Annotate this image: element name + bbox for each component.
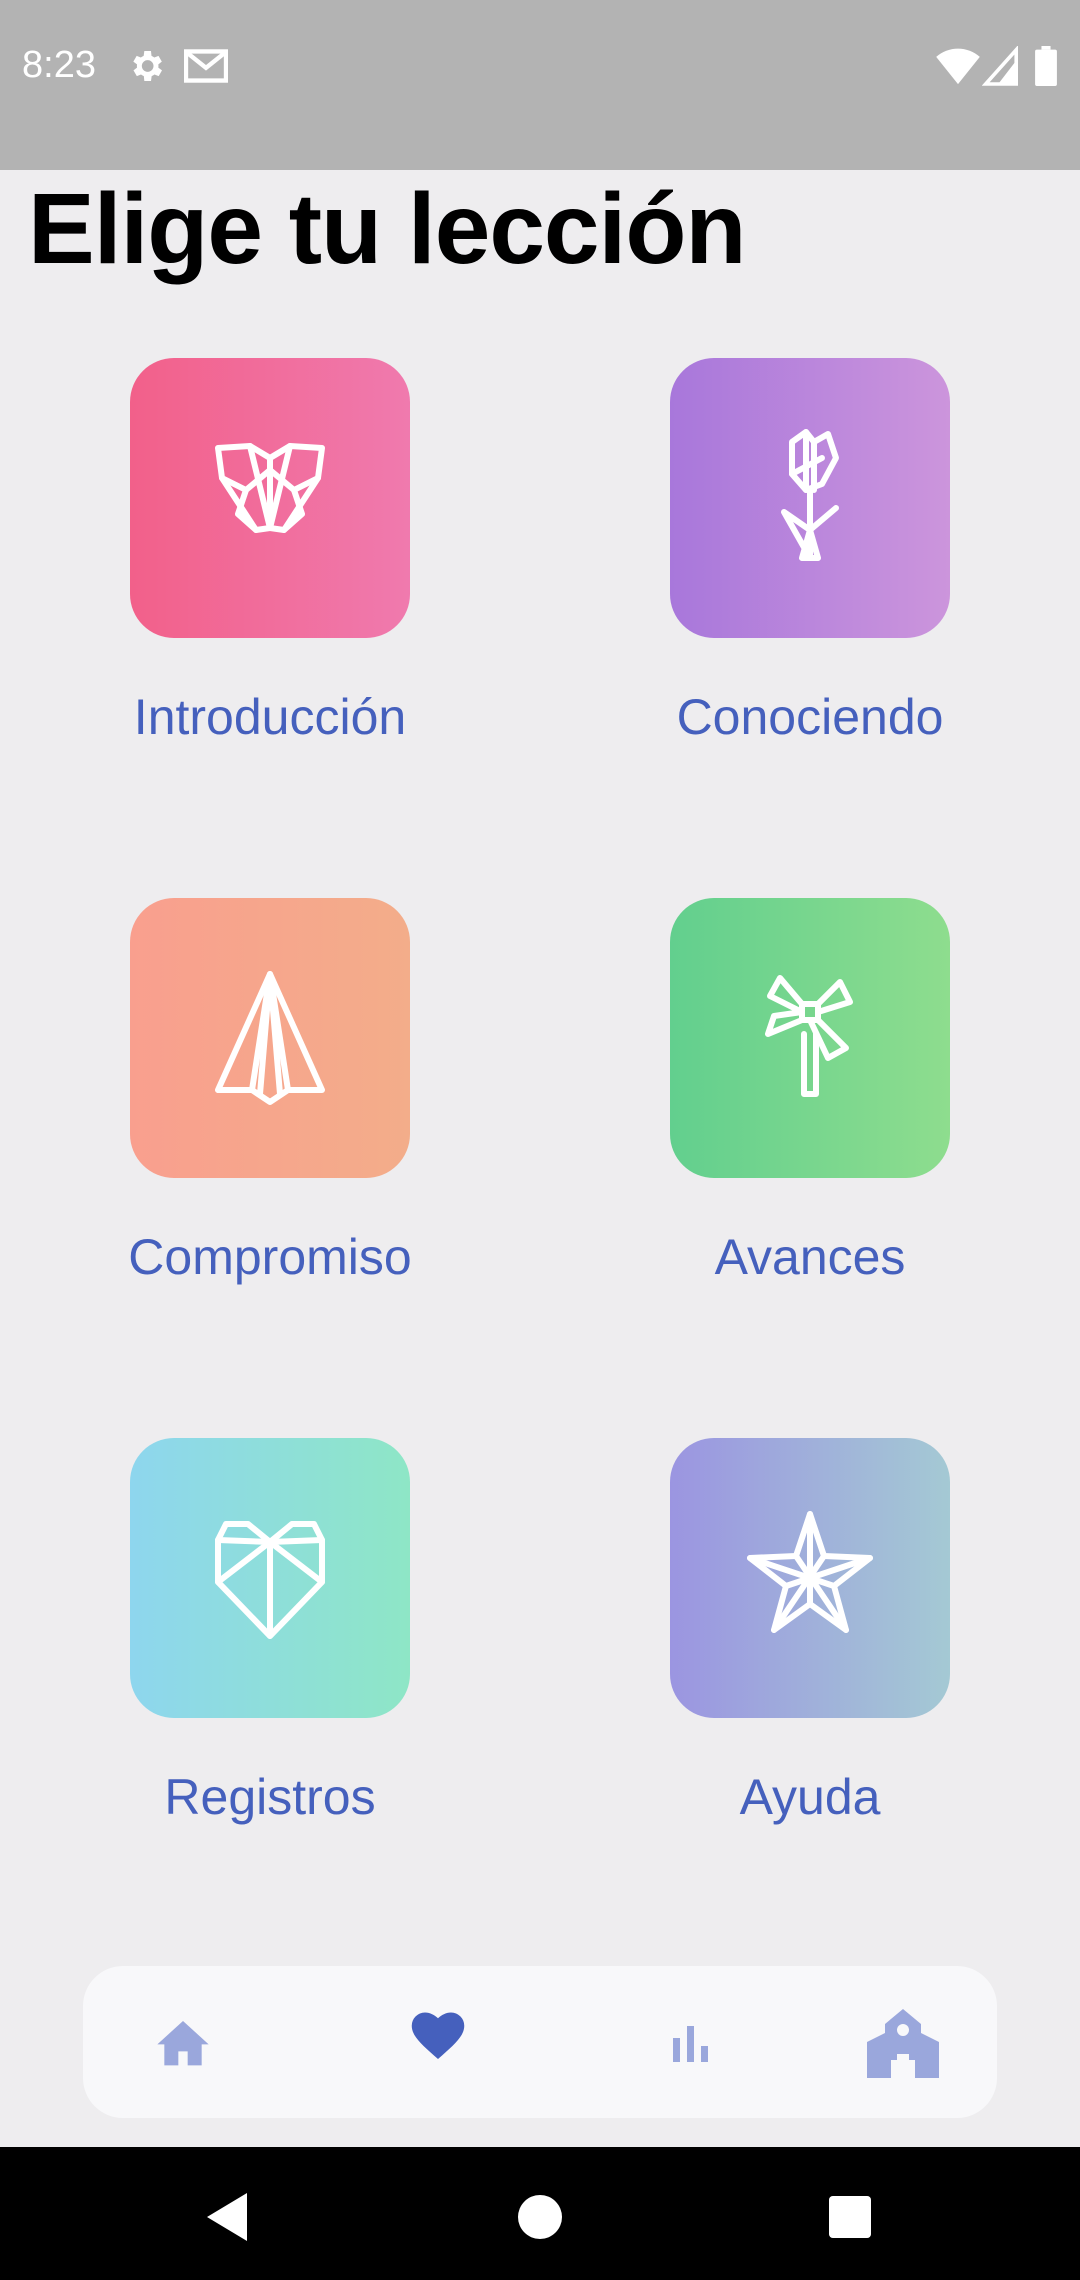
origami-heart-icon: [215, 1521, 325, 1639]
lesson-tile[interactable]: [670, 1438, 950, 1718]
lesson-tile[interactable]: [670, 358, 950, 638]
origami-tulip-icon: [781, 429, 839, 561]
heart-icon[interactable]: [388, 1984, 488, 2084]
bar-chart-icon[interactable]: [641, 1992, 741, 2092]
lesson-label: Introducción: [133, 689, 407, 745]
origami-butterfly-icon: [215, 443, 325, 533]
pinwheel-icon: [765, 975, 853, 1097]
page-title: Elige tu lección: [28, 173, 746, 285]
lesson-card-ayuda[interactable]: Ayuda: [600, 1438, 1020, 1858]
origami-star-icon: [747, 1511, 873, 1633]
status-bar: 8:23: [0, 0, 1080, 170]
paper-plane-icon: [215, 971, 325, 1105]
lesson-card-introduccion[interactable]: Introducción: [60, 358, 480, 778]
lesson-card-avances[interactable]: Avances: [600, 898, 1020, 1318]
signal-icon: [981, 45, 1018, 91]
gear-icon: [126, 46, 166, 91]
home-circle-icon[interactable]: [500, 2177, 580, 2257]
lesson-label: Ayuda: [739, 1769, 881, 1825]
lesson-tile[interactable]: [130, 898, 410, 1178]
lesson-tile[interactable]: [130, 358, 410, 638]
lesson-label: Registros: [164, 1769, 376, 1825]
lesson-card-registros[interactable]: Registros: [60, 1438, 480, 1858]
lesson-label: Compromiso: [128, 1229, 412, 1285]
lesson-label: Avances: [714, 1229, 906, 1285]
home-icon[interactable]: [133, 1992, 233, 2092]
battery-icon: [1034, 46, 1058, 91]
status-time: 8:23: [22, 44, 96, 86]
wifi-icon: [936, 46, 980, 91]
gmail-icon: [183, 46, 229, 91]
bottom-nav: [83, 1966, 997, 2118]
lesson-label: Conociendo: [676, 689, 944, 745]
recents-icon[interactable]: [810, 2177, 890, 2257]
school-icon[interactable]: [853, 1992, 953, 2092]
lesson-tile[interactable]: [130, 1438, 410, 1718]
back-icon[interactable]: [185, 2177, 265, 2257]
lesson-tile[interactable]: [670, 898, 950, 1178]
system-nav-bar: [0, 2147, 1080, 2280]
lesson-card-conociendo[interactable]: Conociendo: [600, 358, 1020, 778]
lesson-card-compromiso[interactable]: Compromiso: [60, 898, 480, 1318]
